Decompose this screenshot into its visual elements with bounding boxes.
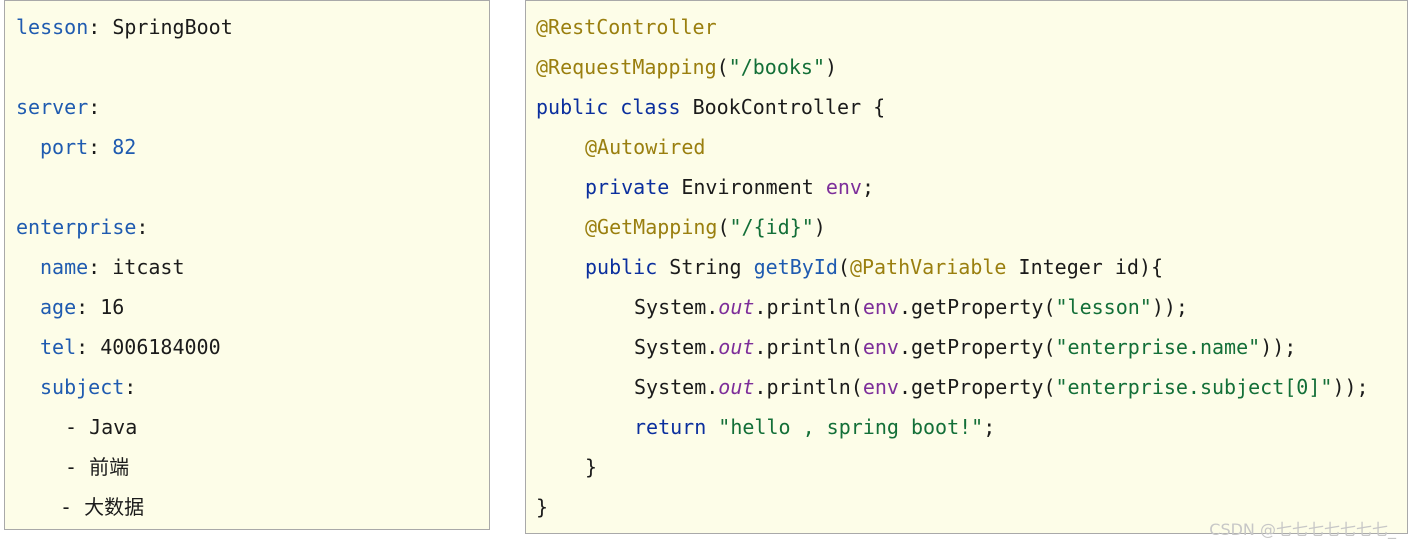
annotation: @PathVariable	[849, 255, 1007, 279]
field-name: env	[862, 375, 899, 399]
class-name: BookController	[692, 95, 862, 119]
yaml-key: lesson	[16, 15, 89, 39]
yaml-line-port: port: 82	[40, 135, 137, 159]
yaml-list-item: - Java	[65, 415, 138, 439]
csdn-watermark: CSDN @七七七七七七七_	[1209, 520, 1396, 539]
java-line-10: System.out.println(env.getProperty("ente…	[634, 375, 1369, 399]
method-call: println	[766, 335, 851, 359]
java-line-7: public String getById(@PathVariable Inte…	[585, 255, 1164, 279]
yaml-line-subject: subject:	[40, 375, 137, 399]
class-name: System	[634, 375, 707, 399]
type-name: Environment	[681, 175, 814, 199]
java-line-3: public class BookController {	[536, 95, 886, 119]
annotation: @RequestMapping	[536, 55, 717, 79]
java-code-panel: @RestController @RequestMapping("/books"…	[525, 0, 1408, 534]
yaml-key: server	[16, 95, 89, 119]
method-call: getProperty	[910, 295, 1044, 319]
java-line-4: @Autowired	[585, 134, 705, 160]
yaml-key: subject	[40, 375, 125, 399]
type-name: String	[669, 255, 742, 279]
method-call: getProperty	[910, 335, 1044, 359]
java-line-2: @RequestMapping("/books")	[536, 55, 838, 79]
string-literal: "/books"	[728, 55, 825, 79]
java-line-13: }	[536, 495, 549, 519]
string-literal: "lesson"	[1055, 295, 1152, 319]
method-call: println	[766, 375, 851, 399]
method-call: getProperty	[910, 375, 1044, 399]
java-line-8: System.out.println(env.getProperty("less…	[634, 295, 1188, 319]
yaml-line-lesson: lesson: SpringBoot	[16, 15, 233, 39]
class-name: System	[634, 335, 707, 359]
java-line-1: @RestController	[536, 14, 717, 40]
string-literal: "hello , spring boot!"	[718, 415, 984, 439]
yaml-key: age	[40, 295, 77, 319]
string-literal: "enterprise.name"	[1055, 335, 1261, 359]
static-field: out	[718, 335, 755, 359]
yaml-value: 16	[100, 295, 125, 319]
yaml-value: itcast	[112, 255, 185, 279]
param-name: id	[1114, 255, 1139, 279]
yaml-key: port	[40, 135, 89, 159]
static-field: out	[718, 375, 755, 399]
annotation: @Autowired	[585, 135, 706, 159]
yaml-key: name	[40, 255, 89, 279]
java-line-12: }	[585, 455, 598, 479]
static-field: out	[718, 295, 755, 319]
method-name: getById	[753, 255, 838, 279]
keyword: public	[536, 95, 609, 119]
method-call: println	[766, 295, 851, 319]
class-name: System	[634, 295, 707, 319]
yaml-line-enterprise: enterprise:	[16, 215, 149, 239]
yaml-line-name: name: itcast	[40, 255, 185, 279]
string-literal: "enterprise.subject[0]"	[1055, 375, 1333, 399]
keyword: private	[585, 175, 670, 199]
keyword: return	[634, 415, 707, 439]
java-line-5: private Environment env;	[585, 175, 875, 199]
yaml-list-value: Java	[89, 415, 138, 439]
yaml-value: 4006184000	[100, 335, 221, 359]
yaml-list-value: 前端	[89, 455, 130, 479]
yaml-list-value: 大数据	[84, 495, 145, 519]
yaml-list-item: - 大数据	[60, 495, 145, 519]
java-line-11: return "hello , spring boot!";	[634, 415, 996, 439]
annotation: @RestController	[536, 15, 717, 39]
yaml-value: 82	[112, 135, 137, 159]
keyword: class	[620, 95, 681, 119]
yaml-line-tel: tel: 4006184000	[40, 335, 221, 359]
yaml-key: tel	[40, 335, 77, 359]
yaml-value: SpringBoot	[112, 15, 233, 39]
string-literal: "/{id}"	[729, 215, 814, 239]
yaml-line-server: server:	[16, 95, 101, 119]
java-line-9: System.out.println(env.getProperty("ente…	[634, 335, 1297, 359]
field-name: env	[862, 295, 899, 319]
yaml-list-item: - 前端	[65, 455, 130, 479]
field-name: env	[862, 335, 899, 359]
keyword: public	[585, 255, 658, 279]
yaml-key: enterprise	[16, 215, 137, 239]
type-name: Integer	[1018, 255, 1103, 279]
annotation: @GetMapping	[585, 215, 718, 239]
java-line-6: @GetMapping("/{id}")	[585, 215, 826, 239]
yaml-line-age: age: 16	[40, 295, 125, 319]
yaml-config-panel: lesson: SpringBoot server: port: 82 ente…	[4, 0, 490, 530]
field-name: env	[825, 175, 862, 199]
